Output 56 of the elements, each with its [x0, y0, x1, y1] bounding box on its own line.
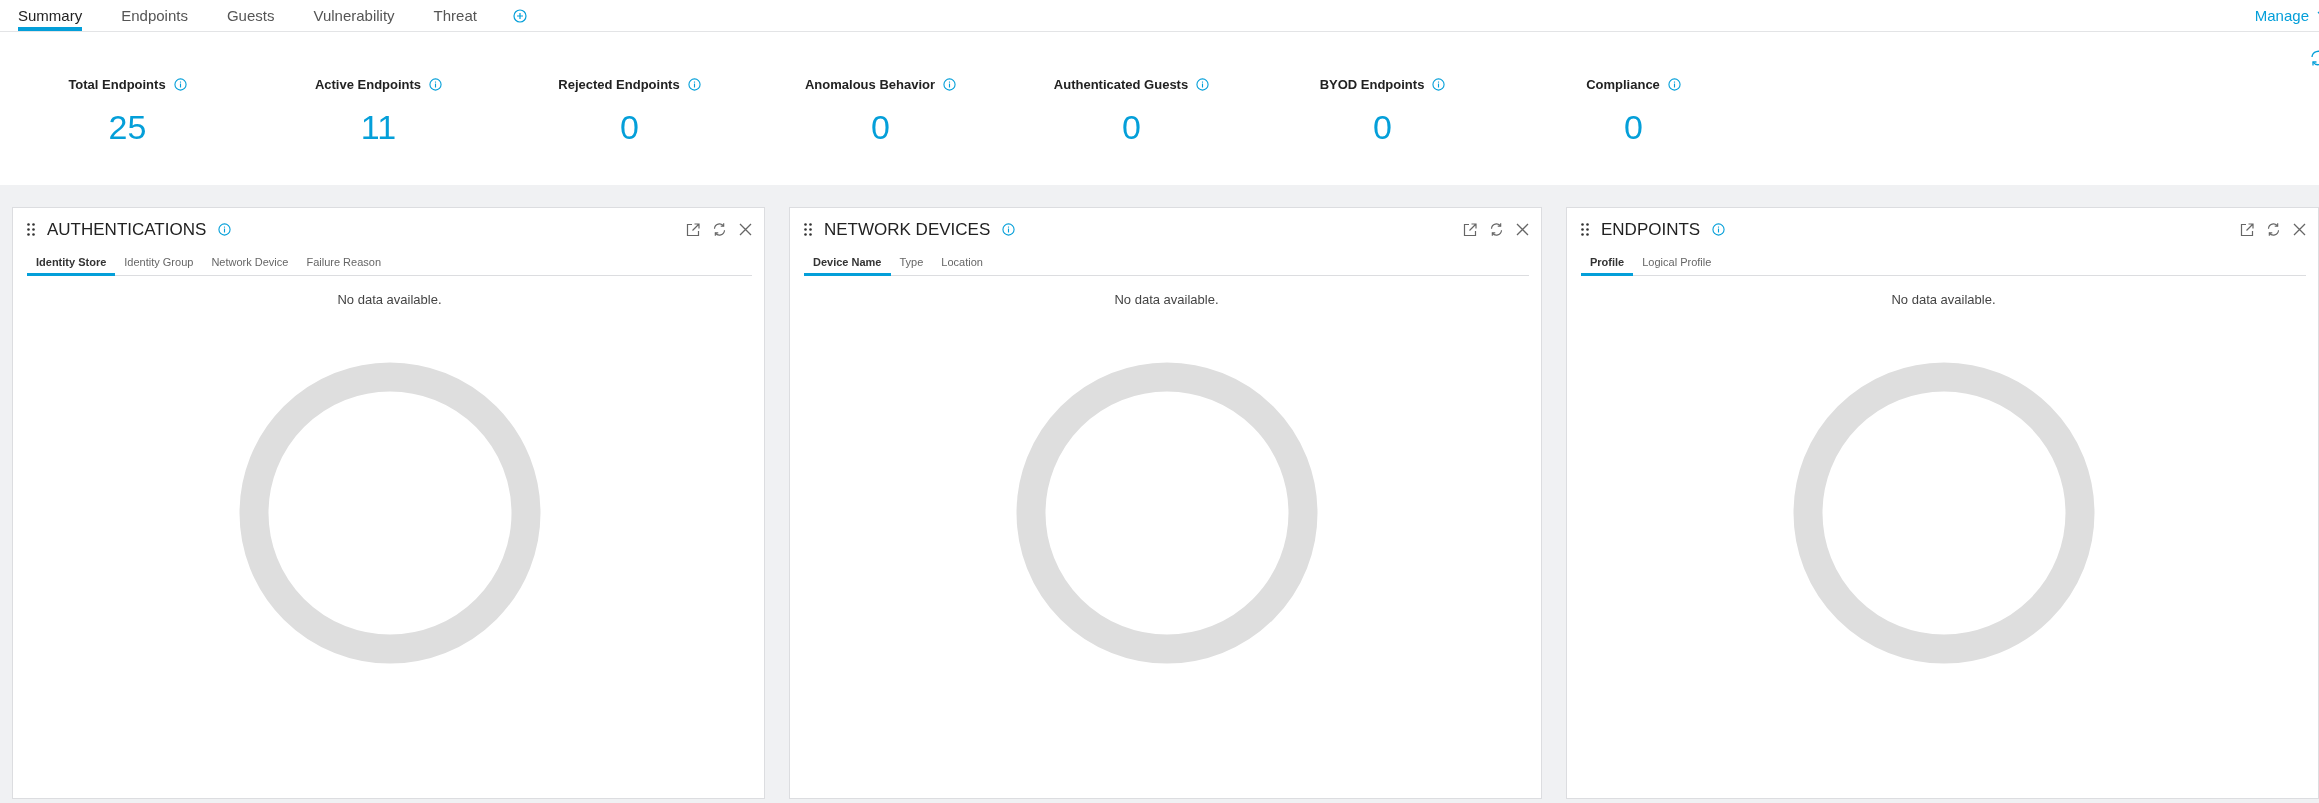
nav-tab[interactable]: Guests [226, 0, 275, 31]
info-icon[interactable] [1002, 223, 1016, 236]
drag-handle-icon[interactable] [1581, 223, 1589, 236]
panel-tab[interactable]: Identity Store [27, 245, 116, 276]
nav-tab[interactable]: Vulnerability [313, 0, 395, 31]
nav-tab[interactable]: Endpoints [121, 0, 188, 31]
info-icon[interactable] [1712, 223, 1726, 236]
metric-value: 0 [871, 108, 890, 147]
panel-title: AUTHENTICATIONS [47, 219, 207, 240]
panel-tab[interactable]: Identity Group [115, 245, 203, 276]
no-data-message: No data available. [336, 292, 443, 307]
info-icon[interactable] [1432, 78, 1446, 91]
metric-label: Total Endpoints [68, 77, 166, 92]
info-icon[interactable] [173, 78, 187, 91]
metric-value: 0 [1624, 108, 1643, 147]
info-icon[interactable] [687, 78, 701, 91]
metric-label: Rejected Endpoints [558, 77, 680, 92]
popout-icon[interactable] [686, 222, 700, 237]
panel-title: ENDPOINTS [1601, 219, 1701, 240]
panel-title: NETWORK DEVICES [824, 219, 991, 240]
refresh-icon[interactable] [1489, 222, 1504, 237]
close-icon[interactable] [2293, 223, 2306, 236]
close-icon[interactable] [739, 223, 752, 236]
metric-label: Authenticated Guests [1053, 77, 1189, 92]
panel-tab[interactable]: Profile [1581, 245, 1634, 276]
info-icon[interactable] [218, 223, 232, 236]
metric-label: Compliance [1586, 77, 1660, 92]
drag-handle-icon[interactable] [804, 223, 812, 236]
metric-label: Anomalous Behavior [805, 77, 935, 92]
add-tab-icon[interactable] [512, 8, 527, 23]
popout-icon[interactable] [1463, 222, 1477, 237]
refresh-icon[interactable] [712, 222, 727, 237]
no-data-message: No data available. [1890, 292, 1997, 307]
info-icon[interactable] [943, 78, 956, 91]
panel-tab[interactable]: Type [890, 245, 933, 276]
drag-handle-icon[interactable] [27, 223, 35, 236]
panel-tab[interactable]: Network Device [202, 245, 298, 276]
nav-tab[interactable]: Threat [433, 0, 477, 31]
refresh-icon[interactable] [2266, 222, 2281, 237]
info-icon[interactable] [1667, 78, 1681, 91]
metric-label: Active Endpoints [314, 77, 422, 92]
metric-label: BYOD Endpoints [1319, 77, 1425, 92]
no-data-message: No data available. [1113, 292, 1220, 307]
panel-tab[interactable]: Location [932, 245, 992, 276]
close-icon[interactable] [1516, 223, 1529, 236]
panel-tab[interactable]: Device Name [804, 245, 891, 276]
popout-icon[interactable] [2240, 222, 2254, 237]
metric-value: 0 [1122, 108, 1141, 147]
metric-value: 25 [108, 108, 147, 147]
metric-value: 11 [360, 108, 397, 147]
panel-tab[interactable]: Failure Reason [297, 245, 390, 276]
metric-value: 0 [1373, 108, 1392, 147]
info-icon[interactable] [1196, 78, 1210, 91]
info-icon[interactable] [429, 78, 443, 91]
panel-tab[interactable]: Logical Profile [1633, 245, 1721, 276]
metric-value: 0 [620, 108, 639, 147]
